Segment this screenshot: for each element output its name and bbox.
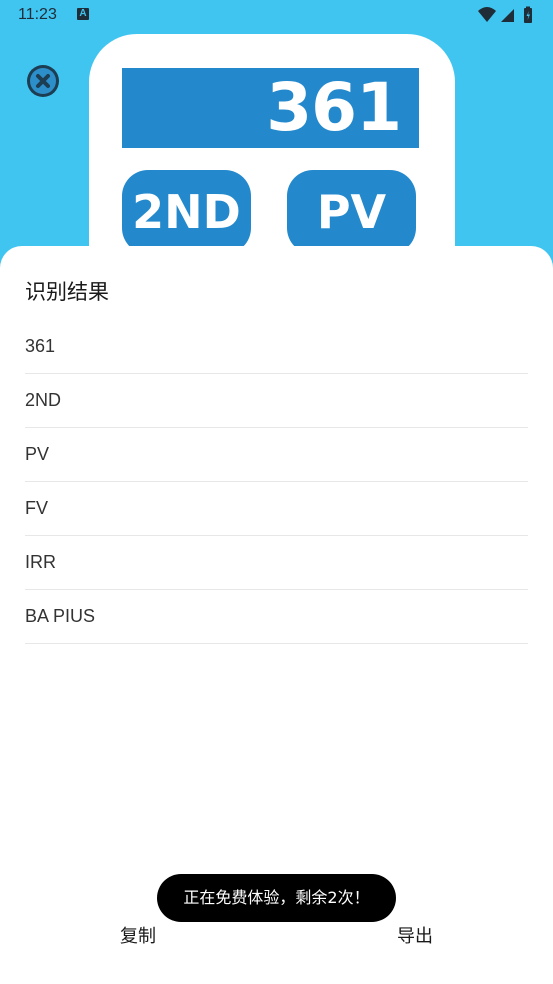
- copy-button[interactable]: 复制: [120, 922, 156, 952]
- sheet-title: 识别结果: [25, 280, 109, 304]
- close-icon: [30, 68, 56, 94]
- screen: 11:23 A 361 2ND PV 识别结果 361 2ND PV FV IR…: [0, 0, 553, 984]
- result-item[interactable]: PV: [25, 428, 528, 482]
- wifi-icon: [478, 7, 496, 22]
- export-button[interactable]: 导出: [397, 922, 433, 952]
- result-item[interactable]: BA PIUS: [25, 590, 528, 644]
- result-sheet: 识别结果 361 2ND PV FV IRR BA PIUS 正在免费体验，剩余…: [0, 246, 553, 984]
- battery-icon: [524, 6, 532, 23]
- result-item[interactable]: IRR: [25, 536, 528, 590]
- result-item[interactable]: 2ND: [25, 374, 528, 428]
- result-item[interactable]: 361: [25, 320, 528, 374]
- status-bar: 11:23 A: [0, 0, 553, 32]
- calculator-display: 361: [122, 68, 419, 148]
- calculator-key-2nd: 2ND: [122, 170, 251, 254]
- toast-message: 正在免费体验，剩余2次！: [157, 874, 396, 922]
- status-icons: [477, 5, 537, 25]
- result-list: 361 2ND PV FV IRR BA PIUS: [25, 320, 528, 644]
- calculator-display-value: 361: [266, 69, 402, 146]
- signal-icon: [501, 9, 514, 22]
- status-time: 11:23: [18, 6, 57, 23]
- notification-a-icon: A: [77, 8, 89, 20]
- calculator-key-pv: PV: [287, 170, 416, 254]
- result-item[interactable]: FV: [25, 482, 528, 536]
- close-button[interactable]: [27, 65, 59, 97]
